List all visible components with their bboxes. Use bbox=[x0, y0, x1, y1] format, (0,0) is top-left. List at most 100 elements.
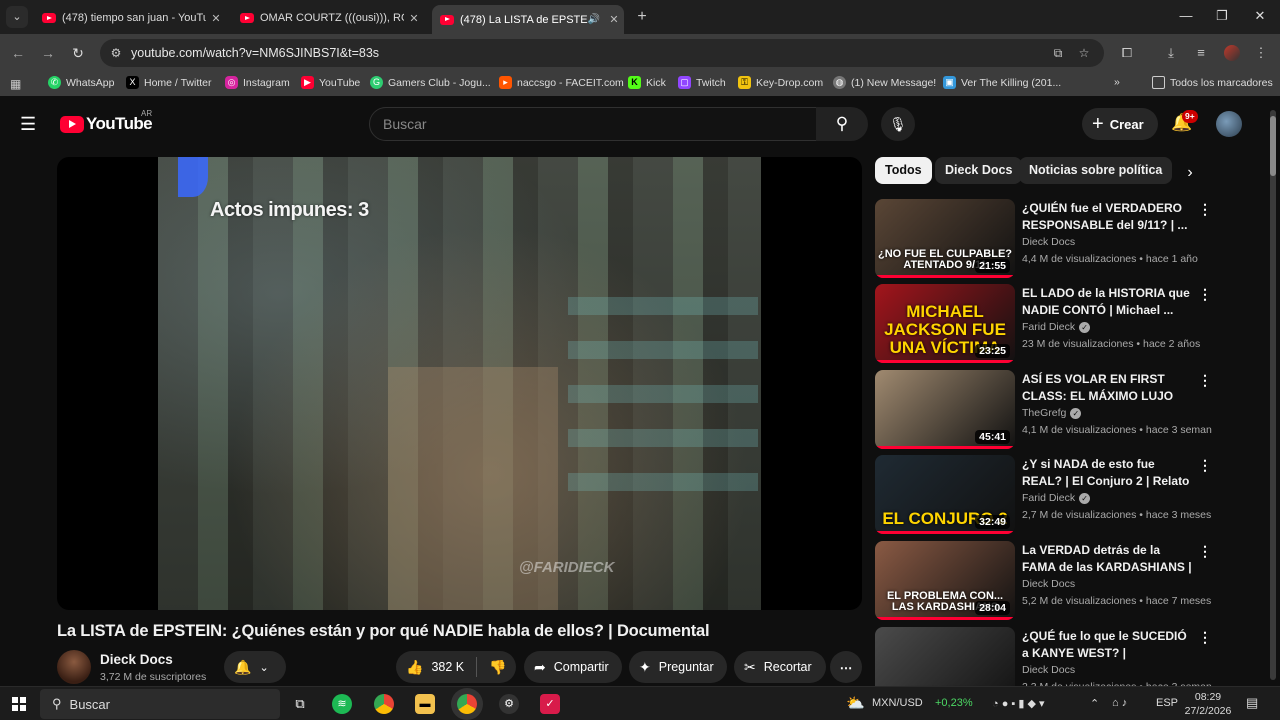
tray-overflow-icon[interactable]: ⌃ bbox=[1090, 697, 1099, 710]
create-button[interactable]: + Crear bbox=[1082, 108, 1158, 140]
close-window-icon[interactable]: ✕ bbox=[1250, 8, 1270, 24]
app-icon[interactable]: ✓ bbox=[540, 694, 560, 714]
recommendation-title[interactable]: La VERDAD detrás de la FAMA de las KARDA… bbox=[1022, 542, 1192, 576]
browser-menu-icon[interactable]: ⋮ bbox=[1252, 44, 1270, 62]
close-tab-icon[interactable]: ✕ bbox=[604, 13, 624, 26]
bookmark-whatsapp[interactable]: ✆ WhatsApp bbox=[48, 76, 114, 89]
more-actions-button[interactable]: ⋯ bbox=[830, 651, 862, 683]
bookmark-instagram[interactable]: ◎ Instagram bbox=[225, 76, 290, 89]
account-avatar[interactable] bbox=[1216, 111, 1242, 137]
task-view-icon[interactable]: ⧉ bbox=[290, 694, 310, 714]
bookmark-gamers-club[interactable]: G Gamers Club - Jogu... bbox=[370, 76, 491, 89]
more-vertical-icon[interactable]: ⋮ bbox=[1198, 201, 1212, 218]
tray-icons[interactable]: ◔ ● ▪ ▮ ◆ ▾ bbox=[992, 697, 1045, 710]
bookmark-kick[interactable]: K Kick bbox=[628, 76, 666, 89]
recommendation-item[interactable]: EL CONJURO 2 32:49 ¿Y si NADA de esto fue … bbox=[875, 455, 1215, 535]
recommendation-title[interactable]: ¿Y si NADA de esto fue REAL? | El Conjur… bbox=[1022, 456, 1192, 490]
video-thumbnail[interactable]: EL PROBLEMA CON... LAS KARDASHIANS 28:04 bbox=[875, 541, 1015, 620]
bookmark-star-icon[interactable]: ☆ bbox=[1076, 45, 1092, 61]
steam-icon[interactable]: ⚙ bbox=[499, 694, 519, 714]
recommendation-item[interactable]: ¿NO FUE EL CULPABLE? ATENTADO 9/11 21:55 ¿… bbox=[875, 199, 1215, 279]
recommendation-item[interactable]: MICHAEL JACKSON FUE UNA VÍCTIMA 23:25 EL L… bbox=[875, 284, 1215, 364]
back-arrow-icon[interactable]: ← bbox=[8, 43, 28, 63]
browser-tab-3-active[interactable]: (478) La LISTA de EPSTEIN: ¿Q 🔊 ✕ bbox=[432, 5, 624, 34]
bookmark-key-drop[interactable]: ⚿ Key-Drop.com bbox=[738, 76, 823, 89]
recommendation-title[interactable]: EL LADO de la HISTORIA que NADIE CONTÓ |… bbox=[1022, 285, 1192, 319]
ask-button[interactable]: ✦ Preguntar bbox=[629, 651, 727, 683]
recommendation-channel[interactable]: Dieck Docs bbox=[1022, 664, 1075, 676]
recommendation-item[interactable]: 45:41 ASÍ ES VOLAR EN FIRST CLASS: EL MÁX… bbox=[875, 370, 1215, 450]
recommendation-channel[interactable]: Farid Dieck ✓ bbox=[1022, 321, 1091, 333]
video-thumbnail[interactable]: 45:41 bbox=[875, 370, 1015, 449]
maximize-window-icon[interactable]: ❐ bbox=[1212, 8, 1232, 24]
clip-button[interactable]: ✂ Recortar bbox=[734, 651, 826, 683]
search-box[interactable] bbox=[369, 107, 817, 141]
video-player[interactable]: Actos impunes: 3 @FARIDIECK bbox=[57, 157, 862, 610]
voice-search-button[interactable]: 🎙 bbox=[881, 107, 915, 141]
bookmark-faceit[interactable]: ▸ naccsgo - FACEIT.com bbox=[499, 76, 624, 89]
weather-icon[interactable]: ⛅ bbox=[846, 694, 865, 712]
network-volume-icons[interactable]: ⌂ ♪ bbox=[1112, 697, 1127, 709]
recommendation-channel[interactable]: TheGrefg ✓ bbox=[1022, 407, 1082, 419]
browser-tab-2[interactable]: OMAR COURTZ (((ousi))), ROA ✕ bbox=[232, 5, 424, 31]
reload-icon[interactable]: ↻ bbox=[68, 43, 88, 63]
bookmark-new-message[interactable]: ◍ (1) New Message! bbox=[833, 76, 936, 89]
file-explorer-icon[interactable]: ▬ bbox=[415, 694, 435, 714]
chrome-icon[interactable] bbox=[374, 694, 394, 714]
video-thumbnail[interactable]: EL CONJURO 2 32:49 bbox=[875, 455, 1015, 534]
recommendation-title[interactable]: ¿QUIÉN fue el VERDADERO RESPONSABLE del … bbox=[1022, 200, 1192, 234]
bookmark-twitch[interactable]: ▢ Twitch bbox=[678, 76, 726, 89]
media-controls-icon[interactable]: ≡ bbox=[1192, 44, 1210, 62]
subscription-notifications-button[interactable]: 🔔 ⌄ bbox=[224, 651, 286, 683]
video-thumbnail[interactable]: MICHAEL JACKSON FUE UNA VÍCTIMA 23:25 bbox=[875, 284, 1015, 363]
recommendation-title[interactable]: ASÍ ES VOLAR EN FIRST CLASS: EL MÁXIMO L… bbox=[1022, 371, 1192, 405]
channel-avatar[interactable] bbox=[57, 650, 91, 684]
chip-todos[interactable]: Todos bbox=[875, 157, 932, 184]
address-bar[interactable]: ⚙ youtube.com/watch?v=NM6SJINBS7I&t=83s … bbox=[100, 39, 1104, 67]
thumbs-down-icon[interactable]: 👎 bbox=[489, 659, 506, 676]
browser-tab-1[interactable]: (478) tiempo san juan - YouTube ✕ bbox=[34, 5, 226, 31]
bookmark-the-killing[interactable]: ▣ Ver The Killing (201... bbox=[943, 76, 1061, 89]
recommendation-channel[interactable]: Dieck Docs bbox=[1022, 578, 1075, 590]
taskbar-search[interactable]: ⚲ Buscar bbox=[40, 689, 280, 719]
youtube-logo[interactable]: YouTube AR bbox=[60, 109, 153, 134]
more-vertical-icon[interactable]: ⋮ bbox=[1198, 372, 1212, 389]
close-tab-icon[interactable]: ✕ bbox=[206, 12, 226, 25]
search-button[interactable]: ⚲ bbox=[816, 107, 868, 141]
chrome-active-icon[interactable] bbox=[457, 694, 477, 714]
more-vertical-icon[interactable]: ⋮ bbox=[1198, 543, 1212, 560]
bookmark-youtube[interactable]: ▶ YouTube bbox=[301, 76, 360, 89]
tab-search-button[interactable]: ⌄ bbox=[6, 6, 28, 28]
video-thumbnail[interactable]: ¿NO FUE EL CULPABLE? ATENTADO 9/11 21:55 bbox=[875, 199, 1015, 278]
currency-pair[interactable]: MXN/USD bbox=[872, 697, 923, 709]
recommendation-title[interactable]: ¿QUÉ fue lo que le SUCEDIÓ a KANYE WEST?… bbox=[1022, 628, 1192, 662]
recommendation-item[interactable]: EL PROBLEMA CON... LAS KARDASHIANS 28:04 L… bbox=[875, 541, 1215, 621]
downloads-icon[interactable]: ⤓ bbox=[1162, 44, 1180, 62]
forward-arrow-icon[interactable]: → bbox=[38, 43, 58, 63]
share-button[interactable]: ➦ Compartir bbox=[524, 651, 622, 683]
like-button[interactable]: 👍 382 K bbox=[406, 659, 464, 676]
language-indicator[interactable]: ESP bbox=[1156, 697, 1178, 709]
spotify-icon[interactable]: ≋ bbox=[332, 694, 352, 714]
apps-grid-icon[interactable]: ▦ bbox=[10, 77, 24, 91]
more-bookmarks-icon[interactable]: » bbox=[1114, 76, 1120, 88]
scrollbar-thumb[interactable] bbox=[1270, 116, 1276, 176]
all-bookmarks-folder[interactable]: Todos los marcadores bbox=[1152, 76, 1273, 89]
close-tab-icon[interactable]: ✕ bbox=[404, 12, 424, 25]
search-input[interactable] bbox=[383, 116, 803, 132]
more-vertical-icon[interactable]: ⋮ bbox=[1198, 457, 1212, 474]
url-text[interactable]: youtube.com/watch?v=NM6SJINBS7I&t=83s bbox=[131, 46, 379, 60]
windows-start-icon[interactable] bbox=[12, 697, 26, 711]
system-clock[interactable]: 08:29 27/2/2026 bbox=[1178, 690, 1238, 718]
profile-avatar-icon[interactable] bbox=[1224, 45, 1240, 61]
cast-icon[interactable]: ⧉ bbox=[1050, 45, 1066, 61]
minimize-window-icon[interactable]: — bbox=[1176, 8, 1196, 23]
channel-name[interactable]: Dieck Docs bbox=[100, 652, 173, 667]
menu-hamburger-icon[interactable]: ☰ bbox=[20, 114, 40, 134]
chevron-right-icon[interactable]: › bbox=[1180, 164, 1200, 182]
bookmark-twitter[interactable]: X Home / Twitter bbox=[126, 76, 212, 89]
audio-playing-icon[interactable]: 🔊 bbox=[588, 14, 600, 25]
page-scrollbar[interactable] bbox=[1270, 110, 1276, 680]
site-info-icon[interactable]: ⚙ bbox=[108, 45, 124, 61]
new-tab-button[interactable]: + bbox=[632, 6, 652, 28]
